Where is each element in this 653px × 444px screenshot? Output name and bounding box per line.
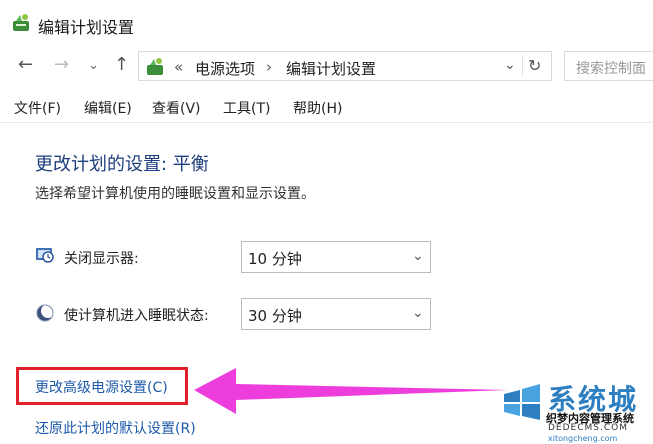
watermark-logo-icon	[504, 384, 540, 420]
recent-locations-button[interactable]: ⌄	[88, 58, 99, 73]
annotation-arrow	[194, 368, 508, 414]
divider	[0, 122, 653, 123]
sleep-value: 30 分钟	[248, 307, 302, 325]
display-clock-icon	[36, 248, 54, 263]
restore-defaults-link[interactable]: 还原此计划的默认设置(R)	[35, 418, 196, 438]
power-options-icon	[13, 14, 29, 31]
turn-off-display-value: 10 分钟	[248, 250, 302, 268]
search-placeholder: 搜索控制面	[576, 61, 646, 77]
address-divider	[522, 55, 523, 77]
refresh-icon[interactable]: ↻	[528, 56, 541, 75]
sleep-label: 使计算机进入睡眠状态:	[64, 308, 209, 324]
menu-help[interactable]: 帮助(H)	[293, 98, 342, 118]
address-dropdown-icon[interactable]: ⌄	[504, 57, 516, 73]
menu-tools[interactable]: 工具(T)	[223, 98, 270, 118]
menu-edit[interactable]: 编辑(E)	[84, 98, 132, 118]
chevron-down-icon[interactable]: ⌄	[412, 305, 424, 321]
breadcrumb-power-options[interactable]: 电源选项	[195, 58, 255, 79]
watermark-line3: xitongcheng.com	[548, 434, 618, 443]
chevron-down-icon[interactable]: ⌄	[412, 248, 424, 264]
breadcrumb-separator[interactable]: ›	[266, 58, 272, 76]
page-title: 更改计划的设置: 平衡	[35, 154, 209, 175]
turn-off-display-label: 关闭显示器:	[64, 251, 139, 267]
menu-file[interactable]: 文件(F)	[14, 98, 61, 118]
watermark-line2: DEDECMS.COM	[548, 423, 628, 433]
forward-button[interactable]: →	[54, 54, 69, 75]
page-description: 选择希望计算机使用的睡眠设置和显示设置。	[35, 186, 315, 202]
window-title: 编辑计划设置	[38, 18, 135, 37]
address-overflow-chevron[interactable]: «	[174, 58, 183, 76]
up-button[interactable]: ↑	[114, 54, 129, 75]
advanced-power-settings-link[interactable]: 更改高级电源设置(C)	[35, 377, 168, 397]
sleep-moon-icon	[36, 304, 55, 322]
back-button[interactable]: ←	[18, 54, 33, 75]
menu-view[interactable]: 查看(V)	[152, 98, 201, 118]
breadcrumb-edit-plan[interactable]: 编辑计划设置	[286, 58, 376, 79]
power-options-icon	[147, 58, 163, 75]
